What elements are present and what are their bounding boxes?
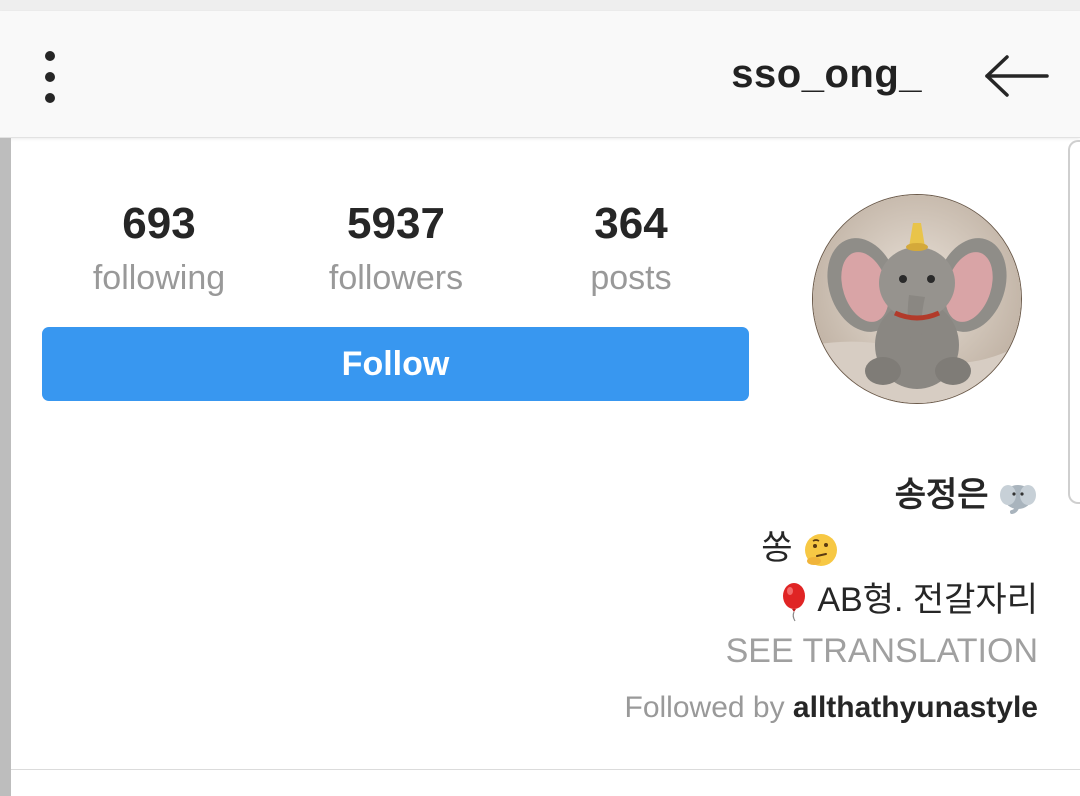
stat-value: 693 xyxy=(122,199,196,248)
bio-line-blood-type: AB형. 전갈자리 xyxy=(778,579,1038,622)
stat-value: 364 xyxy=(594,199,668,248)
follow-button[interactable]: Follow xyxy=(42,327,749,401)
elephant-plush-photo xyxy=(813,195,1021,403)
followed-by: Followed by allthathyunastyle xyxy=(625,688,1039,728)
stat-label: following xyxy=(92,259,226,297)
followed-by-prefix: Followed by xyxy=(624,691,785,724)
right-edge-panel-handle[interactable] xyxy=(1068,140,1080,504)
elephant-emoji xyxy=(1000,485,1036,515)
bio-name-text: 송정은 xyxy=(894,476,989,514)
status-strip xyxy=(0,0,1080,11)
bio-line-nickname: 쏭 xyxy=(761,527,840,569)
divider xyxy=(11,769,1080,770)
stat-followers[interactable]: 5937 followers xyxy=(300,196,492,300)
profile-avatar[interactable] xyxy=(812,194,1022,404)
bio-full-name: 송정은 xyxy=(895,474,1038,516)
thinking-face-emoji xyxy=(805,534,837,567)
more-options-button[interactable] xyxy=(30,41,70,107)
followed-by-user-link[interactable]: allthathyunastyle xyxy=(793,691,1038,724)
bio-line2-text: 쏭 xyxy=(761,529,793,567)
stat-value: 5937 xyxy=(347,199,445,248)
bio-line3-text: AB형. 전갈자리 xyxy=(817,581,1038,619)
stat-label: followers xyxy=(328,259,464,297)
top-app-bar: sso_ong_ xyxy=(0,11,1080,138)
profile-username: sso_ong_ xyxy=(731,52,922,96)
stat-posts[interactable]: 364 posts xyxy=(561,196,701,300)
back-button[interactable] xyxy=(980,51,1052,101)
stat-following[interactable]: 693 following xyxy=(74,196,244,300)
red-balloon-emoji xyxy=(782,583,805,622)
more-vertical-icon xyxy=(45,51,55,103)
stat-label: posts xyxy=(590,259,672,297)
see-translation-link[interactable]: SEE TRANSLATION xyxy=(726,630,1038,672)
left-edge-bar xyxy=(0,138,11,796)
arrow-left-icon xyxy=(985,55,1049,97)
